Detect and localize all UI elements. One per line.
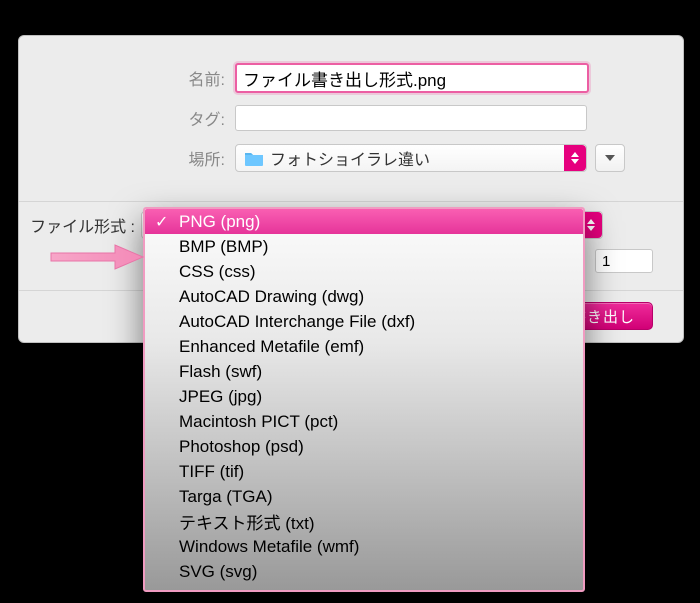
file-format-dropdown[interactable]: ✓ PNG (png) BMP (BMP) CSS (css) AutoCAD Draw… [143, 207, 585, 592]
dropdown-item[interactable]: テキスト形式 (txt) [145, 509, 583, 534]
dropdown-item[interactable]: BMP (BMP) [145, 234, 583, 259]
dropdown-item[interactable]: Enhanced Metafile (emf) [145, 334, 583, 359]
location-select[interactable]: フォトショイラレ違い [235, 144, 587, 172]
dropdown-item[interactable]: CSS (css) [145, 259, 583, 284]
file-format-label: ファイル形式 : [19, 213, 141, 237]
dropdown-item[interactable]: SVG (svg) [145, 559, 583, 584]
divider [19, 201, 683, 202]
tags-label: タグ: [19, 106, 235, 130]
dropdown-item-label: CSS (css) [179, 262, 256, 282]
name-label: 名前: [19, 66, 235, 90]
dropdown-item-label: BMP (BMP) [179, 237, 268, 257]
chevron-down-icon [605, 155, 615, 161]
dropdown-item-label: AutoCAD Interchange File (dxf) [179, 312, 415, 332]
dropdown-item-label: SVG (svg) [179, 562, 257, 582]
dropdown-item[interactable]: Flash (swf) [145, 359, 583, 384]
dropdown-item-label: Targa (TGA) [179, 487, 273, 507]
dropdown-item-label: Enhanced Metafile (emf) [179, 337, 364, 357]
dropdown-item[interactable]: AutoCAD Drawing (dwg) [145, 284, 583, 309]
folder-icon [244, 150, 264, 166]
name-input[interactable] [235, 63, 589, 93]
dropdown-item-label: AutoCAD Drawing (dwg) [179, 287, 364, 307]
dropdown-item-label: Macintosh PICT (pct) [179, 412, 338, 432]
expand-button[interactable] [595, 144, 625, 172]
check-icon: ✓ [155, 212, 168, 232]
dropdown-item-label: JPEG (jpg) [179, 387, 262, 407]
location-value: フォトショイラレ違い [270, 146, 430, 170]
tags-input[interactable] [235, 105, 587, 131]
dropdown-item-label: PNG (png) [179, 212, 260, 232]
dropdown-item-label: Windows Metafile (wmf) [179, 537, 359, 557]
dropdown-item-label: Flash (swf) [179, 362, 262, 382]
dropdown-item-label: TIFF (tif) [179, 462, 244, 482]
dropdown-item[interactable]: TIFF (tif) [145, 459, 583, 484]
dropdown-item[interactable]: Windows Metafile (wmf) [145, 534, 583, 559]
range-input[interactable] [595, 249, 653, 273]
updown-icon [564, 145, 586, 171]
dropdown-item-label: Photoshop (psd) [179, 437, 304, 457]
dropdown-item-label: テキスト形式 (txt) [179, 509, 314, 534]
dropdown-item[interactable]: AutoCAD Interchange File (dxf) [145, 309, 583, 334]
dropdown-item[interactable]: Targa (TGA) [145, 484, 583, 509]
location-label: 場所: [19, 146, 235, 170]
dropdown-item[interactable]: JPEG (jpg) [145, 384, 583, 409]
dropdown-item[interactable]: Macintosh PICT (pct) [145, 409, 583, 434]
arrow-annotation [49, 242, 145, 272]
dropdown-item[interactable]: ✓ PNG (png) [145, 209, 583, 234]
dropdown-item[interactable]: Photoshop (psd) [145, 434, 583, 459]
